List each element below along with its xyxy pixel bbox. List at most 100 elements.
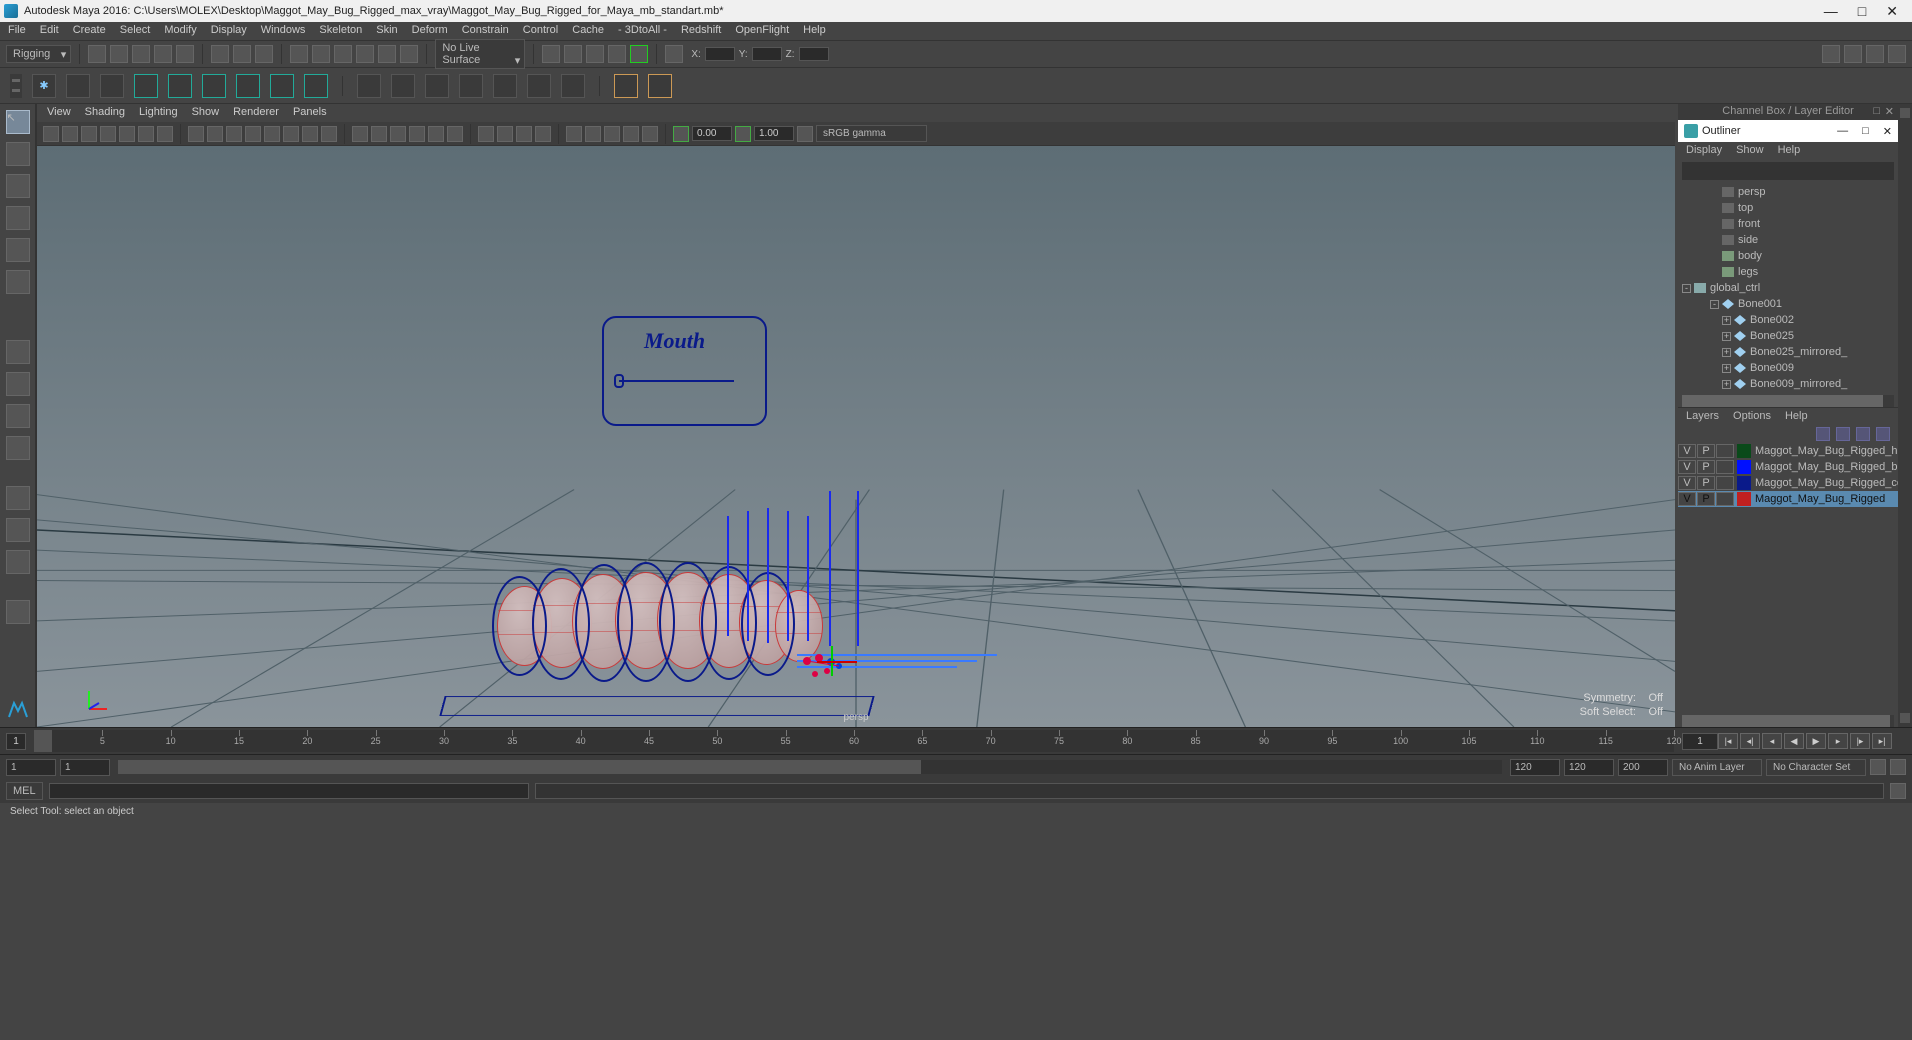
scale-tool[interactable]: [6, 270, 30, 294]
ts-track[interactable]: 5101520253035404550556065707580859095100…: [34, 730, 1674, 752]
attribute-editor-icon[interactable]: [1844, 45, 1862, 63]
outl-menu-help[interactable]: Help: [1778, 144, 1801, 158]
layout-single[interactable]: [6, 340, 30, 364]
outl-menu-display[interactable]: Display: [1686, 144, 1722, 158]
vp-tool-10[interactable]: [226, 126, 242, 142]
step-fwd-button[interactable]: ▸: [1828, 733, 1848, 749]
vp-menu-shading[interactable]: Shading: [85, 106, 125, 120]
outliner-node-Bone025[interactable]: +Bone025: [1678, 328, 1898, 344]
shelf-icon-14[interactable]: [493, 74, 517, 98]
hypershade-icon[interactable]: [608, 45, 626, 63]
ipr-icon[interactable]: [564, 45, 582, 63]
open-scene-icon[interactable]: [110, 45, 128, 63]
outliner-node-Bone002[interactable]: +Bone002: [1678, 312, 1898, 328]
range-start-inner[interactable]: 1: [60, 759, 110, 776]
menu-skeleton[interactable]: Skeleton: [319, 24, 362, 38]
live-surface-combo[interactable]: No Live Surface: [435, 39, 525, 69]
render-settings-icon[interactable]: [586, 45, 604, 63]
layer-row-Maggot_May_Bug_Rigged_helpers[interactable]: VPMaggot_May_Bug_Rigged_helpers: [1678, 443, 1898, 459]
vp-gamma-field[interactable]: 1.00: [754, 126, 794, 141]
vp-tool-9[interactable]: [207, 126, 223, 142]
lasso-icon[interactable]: [233, 45, 251, 63]
close-panel-button[interactable]: ✕: [1885, 105, 1894, 118]
menu-openflight[interactable]: OpenFlight: [735, 24, 789, 38]
step-back-key-button[interactable]: ◂|: [1740, 733, 1760, 749]
render-icon[interactable]: [542, 45, 560, 63]
vp-menu-renderer[interactable]: Renderer: [233, 106, 279, 120]
shelf-icon-9[interactable]: [304, 74, 328, 98]
menu-3dtoall[interactable]: - 3DtoAll -: [618, 24, 667, 38]
vp-tool-13[interactable]: [283, 126, 299, 142]
undo-icon[interactable]: [154, 45, 172, 63]
step-fwd-key-button[interactable]: |▸: [1850, 733, 1870, 749]
vp-tool-12[interactable]: [264, 126, 280, 142]
outliner-tree[interactable]: persptopfrontsidebodylegs-global_ctrl-Bo…: [1678, 182, 1898, 395]
layer-new-icon[interactable]: [1856, 427, 1870, 441]
vp-gamma-icon[interactable]: [735, 126, 751, 142]
play-fwd-button[interactable]: ▶: [1806, 733, 1826, 749]
vp-tool-14[interactable]: [302, 126, 318, 142]
vp-menu-view[interactable]: View: [47, 106, 71, 120]
mouth-control[interactable]: Mouth: [602, 316, 767, 426]
vp-tool-3[interactable]: [81, 126, 97, 142]
snap-live-icon[interactable]: [378, 45, 396, 63]
base-control[interactable]: [439, 696, 874, 716]
layers-menu-options[interactable]: Options: [1733, 410, 1771, 423]
ts-current-left[interactable]: 1: [6, 733, 26, 750]
coord-z-field[interactable]: [799, 47, 829, 61]
ts-cursor[interactable]: [34, 730, 52, 752]
vp-tool-15[interactable]: [321, 126, 337, 142]
menu-windows[interactable]: Windows: [261, 24, 306, 38]
layout-persp-outl[interactable]: [6, 518, 30, 542]
outliner-maximize[interactable]: □: [1862, 125, 1869, 138]
mouth-slider-track[interactable]: [619, 380, 734, 382]
panel-layout-icon[interactable]: [665, 45, 683, 63]
layers-menu-layers[interactable]: Layers: [1686, 410, 1719, 423]
snap-view-icon[interactable]: [400, 45, 418, 63]
command-input[interactable]: [49, 783, 529, 799]
vp-tool-1[interactable]: [43, 126, 59, 142]
vp-menu-panels[interactable]: Panels: [293, 106, 327, 120]
coord-y-field[interactable]: [752, 47, 782, 61]
viewport-canvas[interactable]: Mouth: [37, 146, 1675, 727]
vp-exposure-field[interactable]: 0.00: [692, 126, 732, 141]
menu-redshift[interactable]: Redshift: [681, 24, 721, 38]
vp-tool-29[interactable]: [623, 126, 639, 142]
menu-modify[interactable]: Modify: [164, 24, 196, 38]
shelf-icon-17[interactable]: [614, 74, 638, 98]
outliner-search[interactable]: [1682, 162, 1894, 180]
range-end[interactable]: 120: [1564, 759, 1614, 776]
minimize-button[interactable]: —: [1824, 3, 1838, 20]
outliner-node-Bone009_mirrored_[interactable]: +Bone009_mirrored_: [1678, 376, 1898, 392]
vp-tool-7[interactable]: [157, 126, 173, 142]
layout-four[interactable]: [6, 372, 30, 396]
menu-skin[interactable]: Skin: [376, 24, 397, 38]
layout-graph[interactable]: [6, 550, 30, 574]
outliner-node-top[interactable]: top: [1678, 200, 1898, 216]
layer-row-Maggot_May_Bug_Rigged_bones[interactable]: VPMaggot_May_Bug_Rigged_bones: [1678, 459, 1898, 475]
shelf-icon-7[interactable]: [236, 74, 260, 98]
outl-menu-show[interactable]: Show: [1736, 144, 1764, 158]
redo-icon[interactable]: [176, 45, 194, 63]
lasso-tool[interactable]: [6, 142, 30, 166]
snap-plane-icon[interactable]: [356, 45, 374, 63]
menu-cache[interactable]: Cache: [572, 24, 604, 38]
shelf-icon-15[interactable]: [527, 74, 551, 98]
move-tool[interactable]: [6, 206, 30, 230]
select-mode-icon[interactable]: [211, 45, 229, 63]
sidebar-toggle-top[interactable]: [1900, 108, 1910, 118]
vp-tool-2[interactable]: [62, 126, 78, 142]
layout-two-h[interactable]: [6, 404, 30, 428]
autokey-icon[interactable]: [1870, 759, 1886, 775]
vp-tool-25[interactable]: [535, 126, 551, 142]
vp-tool-28[interactable]: [604, 126, 620, 142]
vp-tool-23[interactable]: [497, 126, 513, 142]
vp-tool-22[interactable]: [478, 126, 494, 142]
outliner-node-side[interactable]: side: [1678, 232, 1898, 248]
vp-tool-24[interactable]: [516, 126, 532, 142]
vp-exposure-icon[interactable]: [673, 126, 689, 142]
snap-curve-icon[interactable]: [312, 45, 330, 63]
shelf-icon-12[interactable]: [425, 74, 449, 98]
time-slider[interactable]: 1 51015202530354045505560657075808590951…: [0, 727, 1912, 755]
script-editor-icon[interactable]: [1890, 783, 1906, 799]
